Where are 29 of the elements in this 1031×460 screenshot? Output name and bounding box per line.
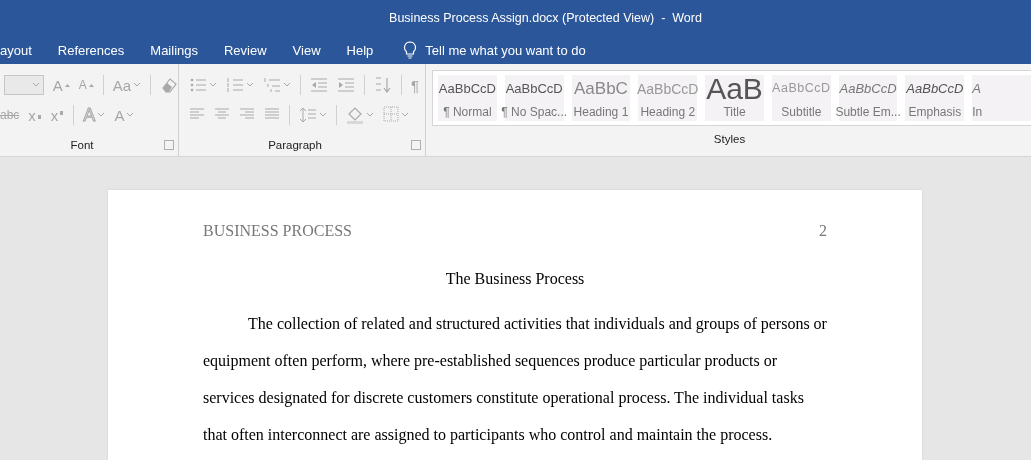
- numbered-list-icon: [226, 76, 244, 94]
- caret-icon: [31, 82, 40, 88]
- paint-bucket-icon: [346, 106, 364, 124]
- tell-me-search-field[interactable]: Tell me what you want to do: [425, 42, 626, 58]
- small-caret-icon: [88, 82, 94, 88]
- document-title: The Business Process: [444, 269, 586, 289]
- group-label: Paragraph: [267, 138, 323, 152]
- group-label: Font: [69, 138, 95, 152]
- ribbon-tab[interactable]: Mailings: [150, 42, 198, 58]
- border-grid-icon: [383, 106, 399, 124]
- ribbon-tab[interactable]: References: [57, 42, 125, 58]
- ribbon-tab[interactable]: View: [292, 42, 321, 58]
- increase-indent-icon: [337, 76, 355, 94]
- line-spacing-icon: [299, 106, 317, 124]
- group-label: Styles: [712, 132, 747, 146]
- body-paragraph: The collection of related and structured activities that individuals and groups of persons or equipment often perform, where pre-established sequences produce particular products or services designated for discrete customers constitute operational process. The individual tasks that often interconnect are assigned to participants who control and maintain the process.: [203, 314, 827, 446]
- eraser-icon: [160, 76, 178, 94]
- ribbon-tab[interactable]: Help: [346, 42, 374, 58]
- small-caret-icon: [64, 82, 70, 88]
- ribbon-tab[interactable]: Review: [224, 42, 267, 58]
- window-title: Business Process Assign.docx (Protected View) - Word: [389, 11, 702, 25]
- sort-icon: [374, 76, 392, 94]
- multilevel-list-icon: [263, 76, 281, 94]
- bullet-list-icon: [189, 76, 207, 94]
- lightbulb-icon: [403, 41, 418, 59]
- page-number: 2: [819, 222, 827, 240]
- decrease-indent-icon: [310, 76, 328, 94]
- ribbon-tab[interactable]: ayout: [0, 42, 32, 58]
- running-header: BUSINESS PROCESS: [203, 222, 352, 240]
